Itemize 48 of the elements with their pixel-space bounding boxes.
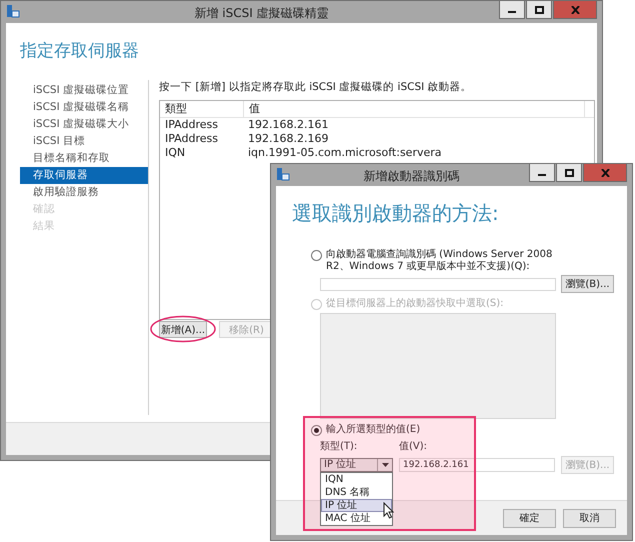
radio-button[interactable] [311,425,322,436]
dialog-heading: 選取識別啟動器的方法: [291,200,500,227]
value-field[interactable]: 192.168.2.161 [399,458,555,472]
close-button[interactable] [583,164,627,182]
instruction-text: 按一下 [新增] 以指定將存取此 iSCSI 虛擬磁碟的 iSCSI 啟動器。 [159,80,473,94]
minimize-button[interactable] [529,164,555,182]
maximize-icon [534,6,544,14]
column-header[interactable]: 值 [244,101,585,117]
field-label: 類型(T): [320,440,358,453]
server-icon [6,4,20,18]
maximize-icon [564,168,574,176]
table-cell-text: IPAddress [164,132,219,146]
table-cell-text: 192.168.2.161 [247,118,330,132]
wizard-step[interactable]: iSCSI 虛擬磁碟大小 [20,116,148,133]
window-title: 新增 iSCSI 虛擬磁碟精靈 [193,5,330,22]
wizard-step[interactable]: 啟用驗證服務 [20,184,148,201]
input-field[interactable] [320,278,556,290]
wizard-step[interactable]: iSCSI 目標 [20,133,148,150]
close-icon [600,168,610,176]
dropdown-option[interactable]: IQN [321,473,392,486]
dialog-button[interactable]: 確定 [503,508,556,528]
dropdown-option[interactable]: IP 位址 [321,499,392,512]
close-icon [570,6,580,14]
option-label[interactable]: 輸入所選類型的值(E) [326,424,420,436]
caret-icon [382,463,388,467]
page-heading: 指定存取伺服器 [19,40,140,63]
field-label: 值(V): [399,440,428,453]
table-cell-text: iqn.1991-05.com.microsoft:servera [247,146,443,160]
minimize-button[interactable] [499,1,525,19]
server-icon [276,167,290,181]
wizard-step[interactable]: 存取伺服器 [20,167,148,184]
table-cell-text: IQN [164,146,186,160]
window-title: 新增啟動器識別碼 [362,168,460,185]
wizard-button[interactable]: 新增(A)... [159,321,207,338]
close-button[interactable] [553,1,597,19]
option-label[interactable]: 向啟動器電腦查詢識別碼 (Windows Server 2008 R2、Windows 7 或更早版本中並不支援)(Q): [326,249,576,273]
table-cell-text: IPAddress [164,118,219,132]
table-cell-text: 192.168.2.169 [247,132,330,146]
dialog-button[interactable]: 取消 [563,508,616,528]
browse-button[interactable]: 瀏覽(B)... [561,275,614,293]
dropdown-option[interactable]: DNS 名稱 [321,486,392,499]
wizard-step[interactable]: iSCSI 虛擬磁碟名稱 [20,99,148,116]
wizard-step[interactable]: iSCSI 虛擬磁碟位置 [20,82,148,99]
wizard-step[interactable]: 目標名稱和存取 [20,150,148,167]
radio-button[interactable] [311,250,322,261]
maximize-button[interactable] [556,164,582,182]
column-header[interactable]: 類型 [160,101,244,117]
maximize-button[interactable] [526,1,552,19]
